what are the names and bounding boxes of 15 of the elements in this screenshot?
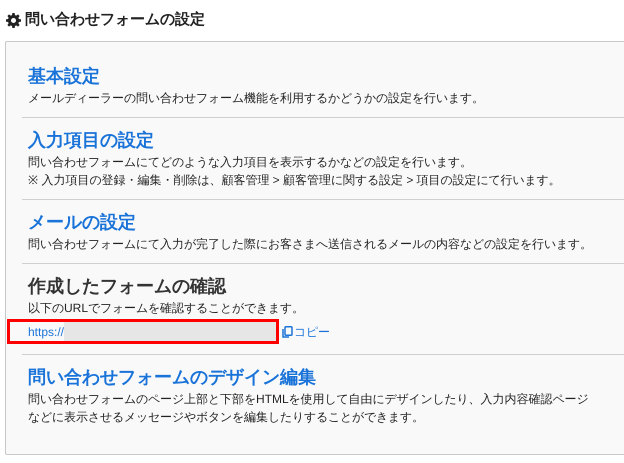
copy-icon <box>282 326 293 338</box>
section-heading: 作成したフォームの確認 <box>28 275 226 298</box>
section-link[interactable]: 入力項目の設定 <box>28 127 154 153</box>
section-description: 問い合わせフォームにて入力が完了した際にお客さまへ送信されるメールの内容などの設定を行います。 <box>28 236 593 253</box>
section-link[interactable]: 問い合わせフォームのデザイン編集 <box>28 364 316 390</box>
section-description: 問い合わせフォームのページ上部と下部をHTMLを使用して自由にデザインしたり、入力内容確認ページ などに表示させるメッセージやボタンを編集したりすることができます。 <box>28 391 590 426</box>
settings-icon <box>6 12 21 28</box>
section-link[interactable]: メールの設定 <box>28 209 136 235</box>
page-title: 問い合わせフォームの設定 <box>25 10 205 30</box>
form-url-link[interactable]: https:// <box>28 322 64 340</box>
copy-link[interactable]: コピー <box>282 322 330 340</box>
section-link[interactable]: 基本設定 <box>28 63 100 89</box>
section-description: 以下のURLでフォームを確認することができます。 <box>28 300 306 317</box>
section-description: 問い合わせフォームにてどのような入力項目を表示するかなどの設定を行います。 ※ 入力項目の登録・編集・削除は、顧客管理 > 顧客管理に関する設定 > 項目の設定にて行います。 <box>28 154 562 189</box>
section-description: メールディーラーの問い合わせフォーム機能を利用するかどうかの設定を行います。 <box>28 90 485 107</box>
